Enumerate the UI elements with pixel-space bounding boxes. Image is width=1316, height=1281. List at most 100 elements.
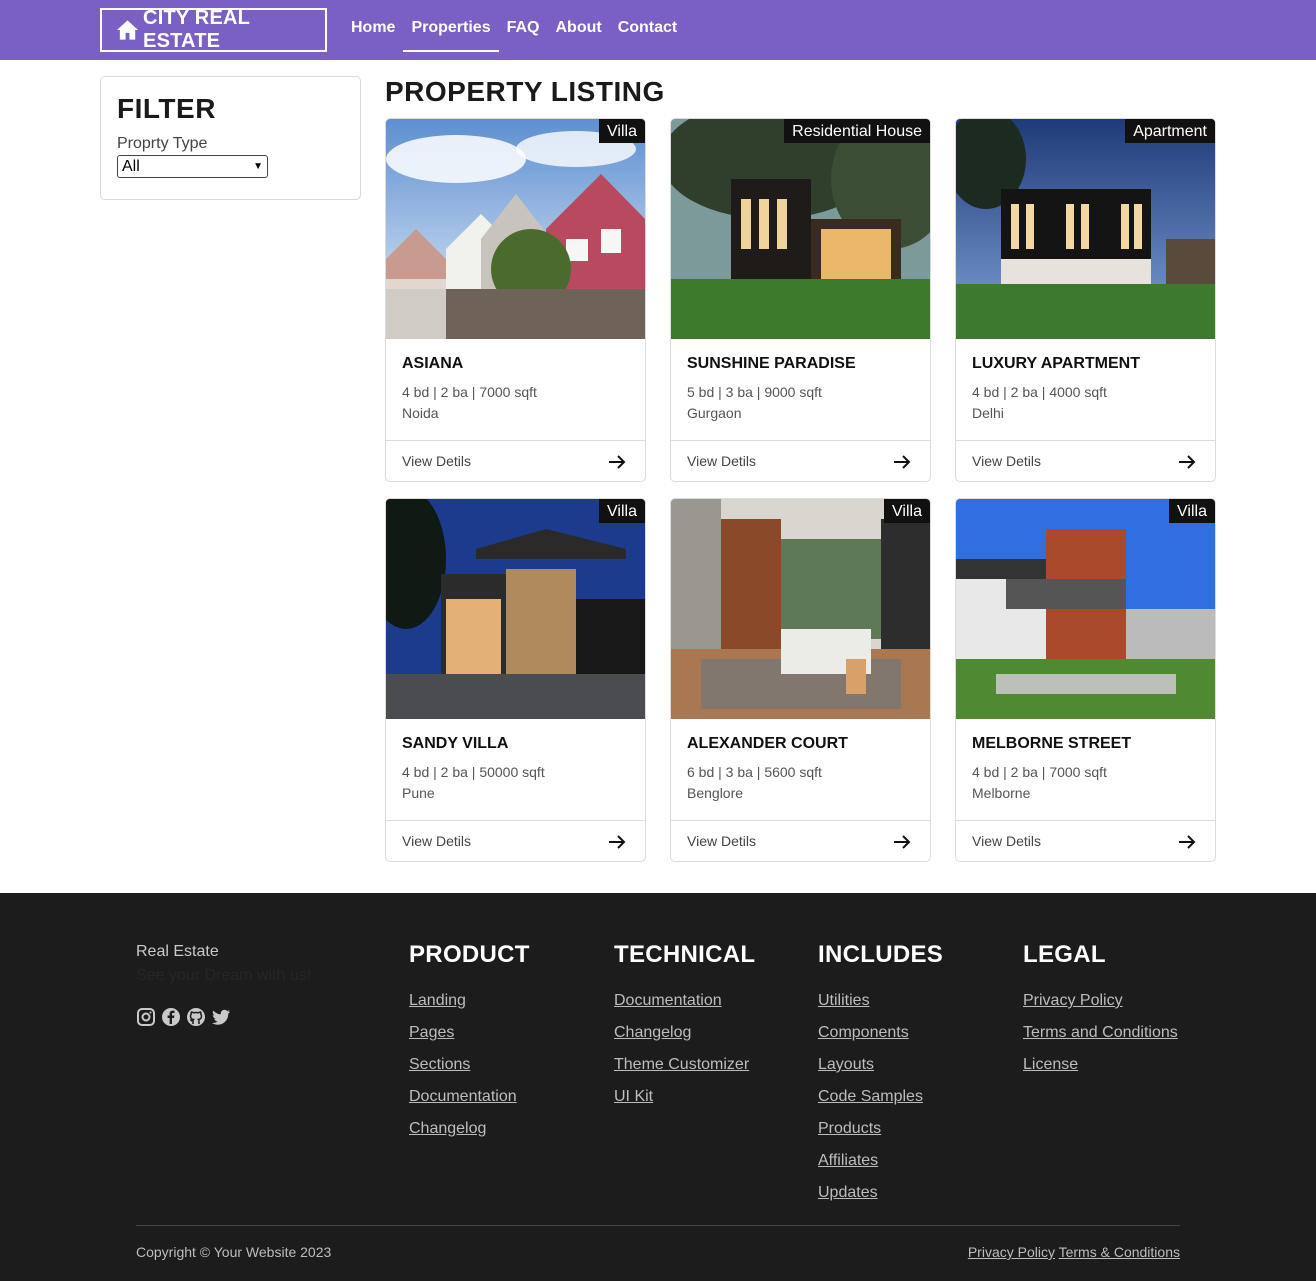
view-details-link[interactable]: View Detils: [402, 453, 471, 469]
terms-link[interactable]: Terms & Conditions: [1059, 1244, 1180, 1260]
property-card[interactable]: Villa ALEXANDER COURT 6 bd | 3 ba | 5600…: [670, 498, 931, 862]
footer-link[interactable]: Sections: [409, 1053, 530, 1085]
property-card[interactable]: Apartment LUXURY APARTMENT 4 bd | 2 ba |…: [955, 118, 1216, 482]
nav-link-contact[interactable]: Contact: [610, 0, 686, 52]
footer-col-title: PRODUCT: [409, 941, 530, 968]
footer-link[interactable]: Terms and Conditions: [1023, 1021, 1178, 1053]
footer-link[interactable]: Changelog: [614, 1021, 755, 1053]
twitter-icon[interactable]: [211, 1007, 231, 1027]
property-type-tag: Villa: [884, 499, 930, 523]
footer-link[interactable]: Layouts: [818, 1053, 943, 1085]
facebook-icon[interactable]: [161, 1007, 181, 1027]
arrow-right-icon[interactable]: [892, 832, 912, 852]
property-name: SANDY VILLA: [402, 735, 509, 752]
property-specs: 4 bd | 2 ba | 4000 sqft: [972, 384, 1107, 400]
property-name: MELBORNE STREET: [972, 735, 1132, 752]
property-card[interactable]: Villa SANDY VILLA 4 bd | 2 ba | 50000 sq…: [385, 498, 646, 862]
card-footer: View Detils: [386, 440, 645, 481]
property-type-tag: Apartment: [1125, 119, 1215, 143]
property-type-tag: Villa: [1169, 499, 1215, 523]
top-navbar: CITY REAL ESTATE Home Properties FAQ Abo…: [0, 0, 1316, 60]
copyright-text: Copyright © Your Website 2023: [136, 1244, 332, 1260]
nav-link-about[interactable]: About: [547, 0, 609, 52]
property-location: Delhi: [972, 405, 1004, 421]
footer-col-legal: LEGAL Privacy Policy Terms and Condition…: [1023, 941, 1178, 1085]
card-footer: View Detils: [956, 820, 1215, 861]
property-card[interactable]: Residential House SUNSHINE PARADISE 5 bd…: [670, 118, 931, 482]
footer-link[interactable]: Components: [818, 1021, 943, 1053]
property-image: Villa: [671, 499, 930, 719]
footer-col-technical: TECHNICAL Documentation Changelog Theme …: [614, 941, 755, 1117]
footer-link[interactable]: Documentation: [614, 989, 755, 1021]
chevron-down-icon: ▼: [253, 161, 263, 172]
footer-link[interactable]: Pages: [409, 1021, 530, 1053]
privacy-policy-link[interactable]: Privacy Policy: [968, 1244, 1055, 1260]
footer-col-includes: INCLUDES Utilities Components Layouts Co…: [818, 941, 943, 1213]
view-details-link[interactable]: View Detils: [687, 453, 756, 469]
home-icon: [116, 20, 139, 40]
property-specs: 5 bd | 3 ba | 9000 sqft: [687, 384, 822, 400]
card-footer: View Detils: [671, 820, 930, 861]
view-details-link[interactable]: View Detils: [687, 833, 756, 849]
property-specs: 4 bd | 2 ba | 7000 sqft: [972, 764, 1107, 780]
card-footer: View Detils: [956, 440, 1215, 481]
footer-link[interactable]: Products: [818, 1117, 943, 1149]
instagram-icon[interactable]: [136, 1007, 156, 1027]
card-footer: View Detils: [386, 820, 645, 861]
property-type-label: Proprty Type: [117, 135, 208, 152]
footer-link[interactable]: Documentation: [409, 1085, 530, 1117]
property-type-select[interactable]: All ▼: [117, 155, 268, 178]
property-type-tag: Villa: [599, 119, 645, 143]
property-card[interactable]: Villa MELBORNE STREET 4 bd | 2 ba | 7000…: [955, 498, 1216, 862]
footer-link[interactable]: Landing: [409, 989, 530, 1021]
property-location: Pune: [402, 785, 435, 801]
property-location: Gurgaon: [687, 405, 742, 421]
nav-link-faq[interactable]: FAQ: [499, 0, 548, 52]
view-details-link[interactable]: View Detils: [972, 833, 1041, 849]
property-name: LUXURY APARTMENT: [972, 355, 1140, 372]
social-links: [136, 1007, 231, 1027]
footer-link[interactable]: Affiliates: [818, 1149, 943, 1181]
property-specs: 4 bd | 2 ba | 50000 sqft: [402, 764, 545, 780]
footer-link[interactable]: UI Kit: [614, 1085, 755, 1117]
property-specs: 4 bd | 2 ba | 7000 sqft: [402, 384, 537, 400]
arrow-right-icon[interactable]: [607, 452, 627, 472]
property-specs: 6 bd | 3 ba | 5600 sqft: [687, 764, 822, 780]
arrow-right-icon[interactable]: [1177, 452, 1197, 472]
arrow-right-icon[interactable]: [1177, 832, 1197, 852]
property-type-selected: All: [122, 157, 140, 175]
footer-link[interactable]: Theme Customizer: [614, 1053, 755, 1085]
property-image: Villa: [386, 499, 645, 719]
arrow-right-icon[interactable]: [892, 452, 912, 472]
footer-brand: Real Estate: [136, 943, 219, 960]
property-name: ALEXANDER COURT: [687, 735, 848, 752]
footer-link[interactable]: Changelog: [409, 1117, 530, 1149]
filter-panel: FILTER Proprty Type All ▼: [100, 76, 361, 200]
arrow-right-icon[interactable]: [607, 832, 627, 852]
property-image: Residential House: [671, 119, 930, 339]
nav-links: Home Properties FAQ About Contact: [343, 0, 685, 60]
footer-link[interactable]: Utilities: [818, 989, 943, 1021]
footer-link[interactable]: License: [1023, 1053, 1178, 1085]
property-location: Noida: [402, 405, 439, 421]
property-card[interactable]: Villa ASIANA 4 bd | 2 ba | 7000 sqft Noi…: [385, 118, 646, 482]
footer-link[interactable]: Updates: [818, 1181, 943, 1213]
footer-col-title: LEGAL: [1023, 941, 1106, 968]
view-details-link[interactable]: View Detils: [972, 453, 1041, 469]
footer-bottom-links: Privacy Policy Terms & Conditions: [968, 1244, 1180, 1260]
property-image: Villa: [386, 119, 645, 339]
property-type-tag: Villa: [599, 499, 645, 523]
view-details-link[interactable]: View Detils: [402, 833, 471, 849]
footer-col-product: PRODUCT Landing Pages Sections Documenta…: [409, 941, 530, 1149]
nav-link-home[interactable]: Home: [343, 0, 403, 52]
github-icon[interactable]: [186, 1007, 206, 1027]
page-title: PROPERTY LISTING: [385, 76, 665, 107]
brand-name: CITY REAL ESTATE: [143, 7, 250, 52]
footer-link[interactable]: Code Samples: [818, 1085, 943, 1117]
brand-logo-link[interactable]: CITY REAL ESTATE: [100, 7, 327, 52]
property-image: Apartment: [956, 119, 1215, 339]
footer-tagline: See your Dream with us!: [136, 967, 312, 984]
footer-link[interactable]: Privacy Policy: [1023, 989, 1178, 1021]
nav-link-properties[interactable]: Properties: [403, 0, 499, 52]
card-footer: View Detils: [671, 440, 930, 481]
